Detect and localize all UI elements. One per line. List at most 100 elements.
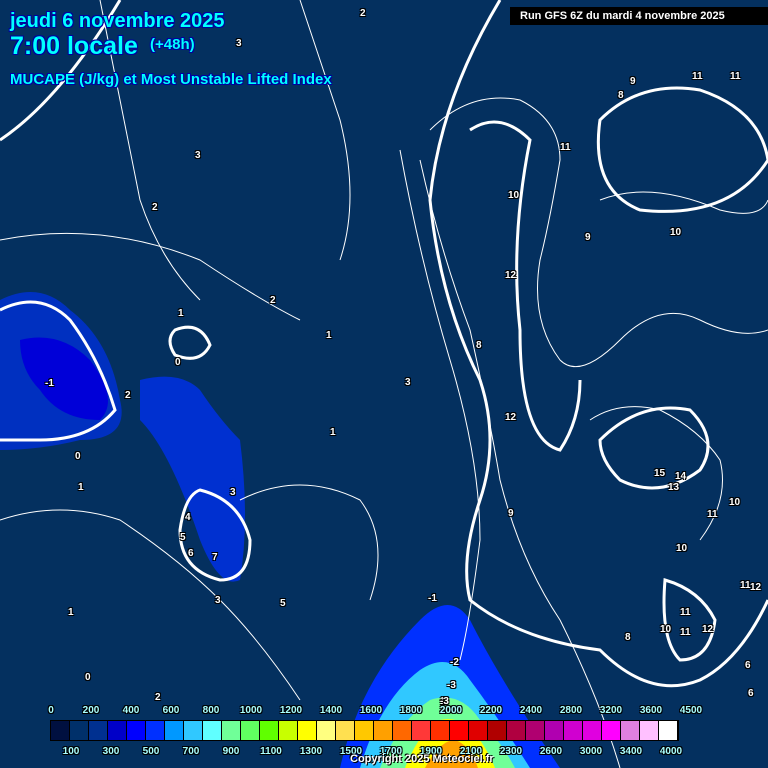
- contour-label: 2: [155, 692, 161, 703]
- contour-label: 6: [745, 660, 751, 671]
- colorbar-swatch: [298, 721, 317, 740]
- contour-label: 0: [175, 357, 181, 368]
- colorbar-swatch: [336, 721, 355, 740]
- colorbar-swatch: [184, 721, 203, 740]
- contour-label: 2: [152, 202, 158, 213]
- colorbar-swatch: [279, 721, 298, 740]
- contour-label: 5: [180, 532, 186, 543]
- contour-label: 11: [730, 71, 741, 82]
- colorbar-swatch: [203, 721, 222, 740]
- contour-label: 12: [702, 624, 714, 635]
- colorbar-top-label: 600: [162, 705, 180, 716]
- contour-label: 1: [78, 482, 84, 493]
- contour-label: 3: [215, 595, 221, 606]
- contour-label: 9: [508, 508, 514, 519]
- contour-label: 11: [560, 142, 571, 153]
- contour-label: 12: [505, 412, 517, 423]
- contour-label: 1: [330, 427, 336, 438]
- forecast-date: jeudi 6 novembre 2025: [10, 10, 225, 32]
- contour-label: 2: [360, 8, 366, 19]
- contour-label: 3: [195, 150, 201, 161]
- colorbar-top-label: 200: [82, 705, 100, 716]
- colorbar-swatch: [659, 721, 678, 740]
- colorbar-swatch: [165, 721, 184, 740]
- contour-label: 7: [212, 552, 218, 563]
- copyright: Copyright 2025 Meteociel.fr: [350, 753, 494, 765]
- contour-label: 12: [750, 582, 762, 593]
- colorbar-top-label: 2400: [519, 705, 543, 716]
- contour-label: 11: [680, 607, 691, 618]
- colorbar-top-label: 2200: [479, 705, 503, 716]
- colorbar-top-label: 1800: [399, 705, 423, 716]
- contour-label: 11: [680, 627, 691, 638]
- contour-label: 10: [508, 190, 520, 201]
- colorbar-swatch: [545, 721, 564, 740]
- colorbar-swatch: [393, 721, 412, 740]
- contour-label: 2: [125, 390, 131, 401]
- contour-label: 10: [660, 624, 672, 635]
- contour-label: 0: [85, 672, 91, 683]
- colorbar-swatch: [146, 721, 165, 740]
- colorbar-top-label: 4500: [679, 705, 703, 716]
- contour-label: -3: [447, 680, 456, 691]
- colorbar-bottom-label: 500: [142, 746, 160, 757]
- contour-label: -2: [450, 657, 459, 668]
- contour-label: 9: [630, 76, 636, 87]
- colorbar-top-label: 800: [202, 705, 220, 716]
- colorbar: [50, 720, 679, 741]
- colorbar-swatch: [507, 721, 526, 740]
- colorbar-swatch: [431, 721, 450, 740]
- parameter-title: MUCAPE (J/kg) et Most Unstable Lifted In…: [10, 71, 332, 88]
- colorbar-bottom-label: 1300: [299, 746, 323, 757]
- contour-label: 11: [707, 509, 718, 520]
- colorbar-swatch: [222, 721, 241, 740]
- colorbar-bottom-label: 1100: [260, 746, 282, 757]
- contour-label: 1: [178, 308, 184, 319]
- contour-label: 14: [675, 471, 687, 482]
- colorbar-top-label: 1000: [239, 705, 263, 716]
- colorbar-swatch: [374, 721, 393, 740]
- contour-label: 11: [740, 580, 751, 591]
- colorbar-bottom-label: 2600: [539, 746, 563, 757]
- colorbar-swatch: [127, 721, 146, 740]
- run-label: Run GFS 6Z du mardi 4 novembre 2025: [510, 7, 768, 25]
- colorbar-swatch: [260, 721, 279, 740]
- contour-label: 15: [654, 468, 666, 479]
- forecast-time: 7:00 locale: [10, 32, 138, 60]
- colorbar-swatch: [621, 721, 640, 740]
- contour-label: 5: [280, 598, 286, 609]
- contour-label: 11: [692, 71, 703, 82]
- colorbar-swatch: [602, 721, 621, 740]
- colorbar-bottom-label: 4000: [659, 746, 683, 757]
- colorbar-swatch: [488, 721, 507, 740]
- contour-label: 8: [625, 632, 631, 643]
- contour-label: 1: [326, 330, 332, 341]
- contour-label: 3: [405, 377, 411, 388]
- colorbar-bottom-label: 700: [182, 746, 200, 757]
- contour-label: 6: [188, 548, 194, 559]
- colorbar-top-label: 1400: [319, 705, 343, 716]
- colorbar-swatch: [526, 721, 545, 740]
- colorbar-top-label: 1200: [279, 705, 303, 716]
- colorbar-swatch: [564, 721, 583, 740]
- colorbar-swatch: [51, 721, 70, 740]
- colorbar-swatch: [469, 721, 488, 740]
- colorbar-top-label: 2000: [439, 705, 463, 716]
- contour-label: 10: [676, 543, 688, 554]
- colorbar-swatch: [583, 721, 602, 740]
- colorbar-top-label: 1600: [359, 705, 383, 716]
- contour-label: 3: [236, 38, 242, 49]
- contour-label: 1: [68, 607, 74, 618]
- colorbar-swatch: [412, 721, 431, 740]
- forecast-map: [0, 0, 768, 768]
- colorbar-bottom-label: 300: [102, 746, 120, 757]
- colorbar-swatch: [640, 721, 659, 740]
- colorbar-top-label: 400: [122, 705, 140, 716]
- colorbar-bottom-label: 2300: [499, 746, 523, 757]
- contour-label: 0: [75, 451, 81, 462]
- colorbar-top-label: 3600: [639, 705, 663, 716]
- colorbar-top-label: 3200: [599, 705, 623, 716]
- contour-label: 10: [670, 227, 682, 238]
- contour-label: 3: [230, 487, 236, 498]
- contour-label: -1: [428, 593, 437, 604]
